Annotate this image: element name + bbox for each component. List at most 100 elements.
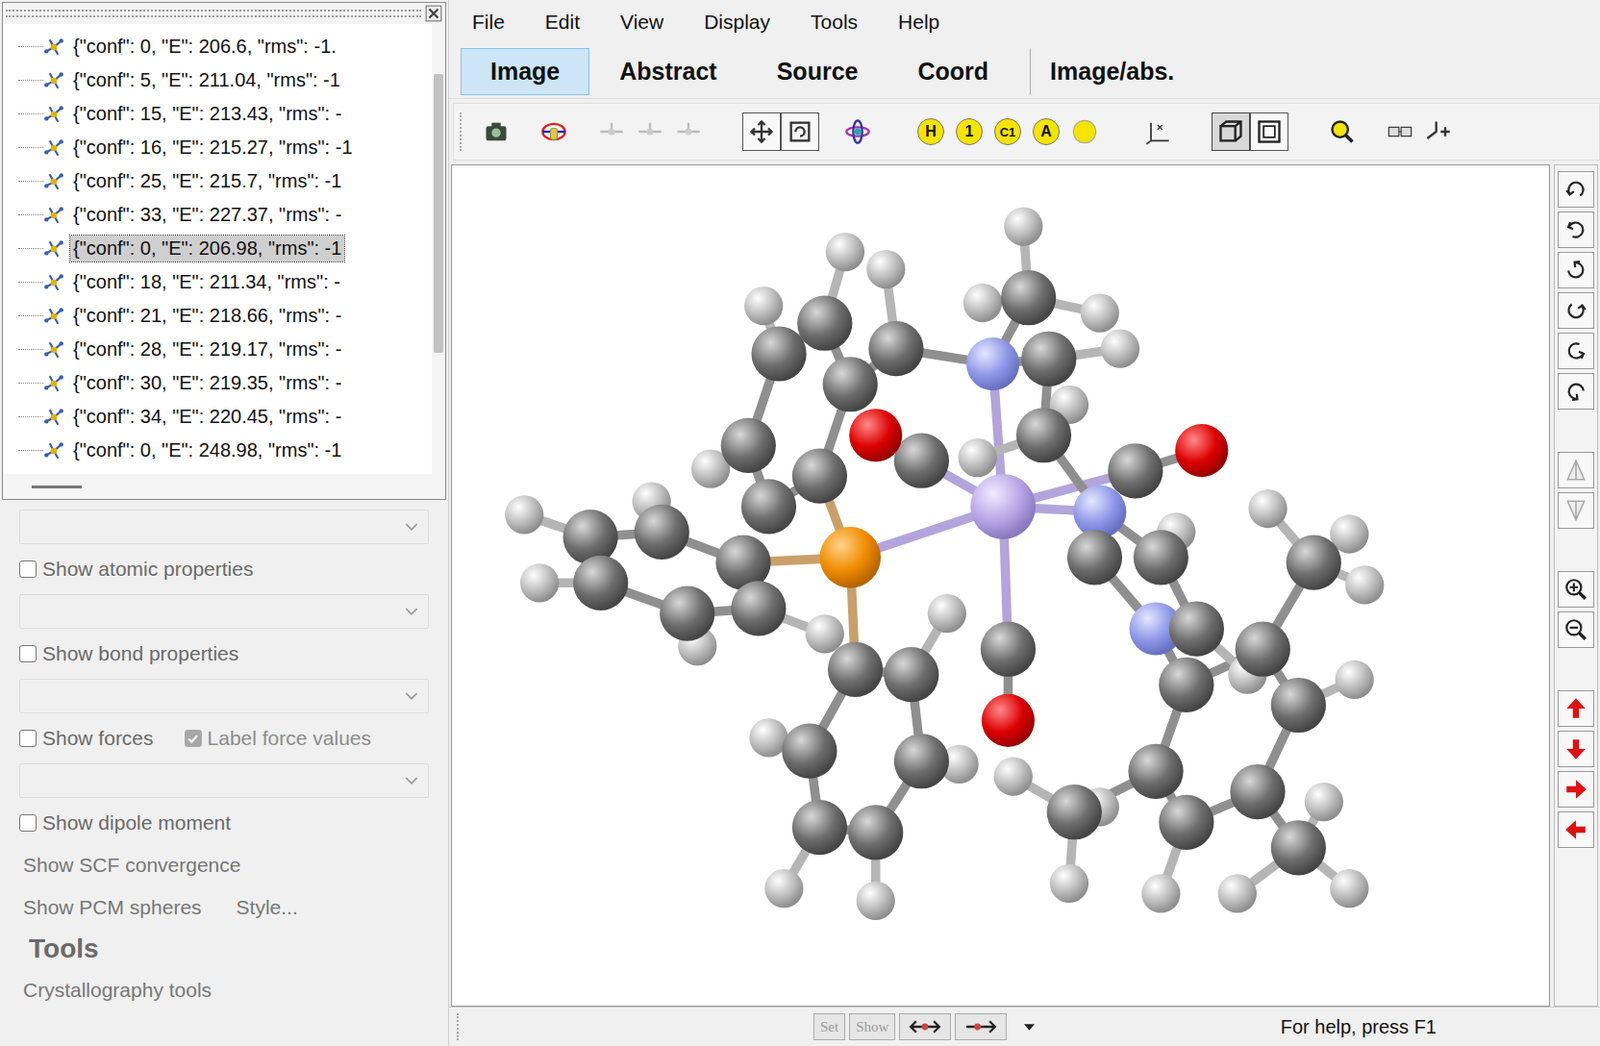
menu-item[interactable]: View	[620, 6, 687, 38]
atom[interactable]	[1235, 622, 1291, 677]
atom[interactable]	[1158, 657, 1214, 713]
atom[interactable]	[1271, 677, 1326, 733]
atom[interactable]	[894, 433, 950, 489]
atom[interactable]	[1000, 270, 1056, 325]
atom[interactable]	[868, 321, 924, 376]
atom[interactable]	[894, 733, 950, 789]
tree-item[interactable]: {"conf": 34, "E": 220.45, "rms": -	[8, 400, 432, 434]
atom[interactable]	[1107, 443, 1163, 499]
checkbox-box[interactable]	[19, 560, 37, 578]
atom[interactable]	[1127, 744, 1183, 800]
rotate-button[interactable]	[1557, 171, 1595, 208]
tree-item[interactable]: {"conf": 18, "E": 211.34, "rms": -	[8, 265, 432, 300]
axes-button[interactable]	[1138, 112, 1177, 151]
hydrogen-atom[interactable]	[504, 495, 544, 534]
atom[interactable]	[1073, 485, 1126, 539]
atom[interactable]	[792, 800, 848, 855]
hydrogen-atom[interactable]	[1335, 660, 1375, 700]
hydrogen-atom[interactable]	[805, 614, 845, 653]
atom[interactable]	[823, 356, 878, 412]
label-button[interactable]: A	[1026, 112, 1066, 151]
checkbox[interactable]: Show bond properties	[19, 642, 239, 666]
atom[interactable]	[1067, 529, 1123, 585]
checkbox[interactable]: Show dipole moment	[19, 811, 231, 835]
view-tab[interactable]: Coord	[887, 48, 1019, 96]
atom[interactable]	[849, 408, 902, 462]
menu-item[interactable]: Edit	[545, 6, 603, 38]
hydrogen-atom[interactable]	[1080, 293, 1120, 332]
atom[interactable]	[1047, 784, 1102, 840]
status-grip[interactable]	[456, 1013, 463, 1041]
panel-link[interactable]: Show PCM spheres	[23, 896, 202, 920]
view-tab[interactable]: Image/abs.	[1029, 48, 1204, 96]
atom[interactable]	[1016, 407, 1072, 463]
zoom-button[interactable]	[1557, 571, 1595, 608]
checkbox-box[interactable]	[19, 729, 37, 748]
panel-link[interactable]: Show SCF convergence	[23, 853, 241, 877]
tree-item[interactable]: {"conf": 21, "E": 218.66, "rms": -	[8, 299, 432, 333]
atom[interactable]	[781, 724, 837, 779]
move-button[interactable]	[534, 112, 574, 151]
checkbox-box[interactable]	[19, 814, 37, 832]
atom[interactable]	[573, 555, 628, 611]
atom[interactable]	[562, 509, 618, 565]
atom[interactable]	[750, 325, 806, 381]
tree-item[interactable]: {"conf": 33, "E": 227.37, "rms": -	[8, 198, 432, 232]
rotate-button[interactable]	[1557, 251, 1595, 289]
hydrogen-atom[interactable]	[825, 232, 865, 272]
label-button[interactable]: 1	[950, 112, 989, 151]
toolbar-grip[interactable]	[459, 112, 466, 151]
rotate-button[interactable]	[1557, 292, 1595, 329]
perspective-button[interactable]	[1211, 112, 1250, 151]
atom[interactable]	[970, 474, 1036, 540]
hydrogen-atom[interactable]	[856, 881, 896, 921]
hydrogen-atom[interactable]	[520, 563, 559, 602]
molecule-model[interactable]	[451, 165, 1550, 1006]
atom[interactable]	[1021, 331, 1076, 387]
checkbox-box[interactable]	[184, 729, 202, 748]
atom-style-button[interactable]	[838, 112, 877, 151]
add-atom-button[interactable]	[1419, 112, 1458, 151]
label-button[interactable]: H	[911, 112, 950, 151]
panel-link[interactable]: Crystallography tools	[23, 978, 212, 1002]
hydrogen-atom[interactable]	[1304, 782, 1344, 822]
menu-item[interactable]: Help	[898, 6, 963, 38]
panel-link[interactable]: Style...	[236, 896, 299, 920]
hydrogen-atom[interactable]	[1050, 864, 1089, 903]
tree-item[interactable]: {"conf": 0, "E": 206.6, "rms": -1.	[8, 29, 432, 64]
atom[interactable]	[980, 622, 1036, 677]
view-tab[interactable]: Abstract	[589, 48, 747, 96]
tree-item[interactable]: {"conf": 25, "E": 215.7, "rms": -1	[8, 164, 432, 199]
checkbox[interactable]: Show forces	[19, 726, 154, 750]
rotate-fit-button[interactable]	[780, 112, 820, 151]
scroll-thumb[interactable]	[31, 485, 82, 489]
move-button[interactable]	[1557, 811, 1595, 849]
tree-item[interactable]: {"conf": 0, "E": 248.98, "rms": -1	[8, 433, 432, 468]
rotate-button[interactable]	[1557, 211, 1595, 249]
checkbox-box[interactable]	[19, 645, 37, 663]
hydrogen-atom[interactable]	[994, 757, 1033, 797]
move-button[interactable]	[1557, 730, 1595, 768]
hydrogen-atom[interactable]	[764, 869, 803, 908]
move-button[interactable]	[1557, 690, 1595, 727]
tree-item[interactable]: {"conf": 0, "E": 206.98, "rms": -1	[8, 231, 432, 266]
atom[interactable]	[883, 647, 939, 702]
hydrogen-atom[interactable]	[1003, 206, 1043, 246]
tree-item[interactable]: {"conf": 15, "E": 213.43, "rms": -	[8, 97, 432, 131]
tree-item[interactable]: {"conf": 28, "E": 219.17, "rms": -	[8, 332, 432, 367]
molecule-canvas[interactable]	[450, 164, 1550, 1007]
fit-button[interactable]	[742, 112, 781, 151]
one-way-button[interactable]	[954, 1013, 1007, 1041]
atom[interactable]	[966, 337, 1020, 391]
glasses-button[interactable]	[1380, 112, 1420, 151]
hydrogen-atom[interactable]	[1141, 874, 1180, 913]
atom[interactable]	[819, 526, 881, 589]
atom[interactable]	[721, 418, 776, 474]
hydrogen-atom[interactable]	[963, 283, 1002, 323]
horizontal-scrollbar[interactable]	[2, 474, 446, 500]
atom[interactable]	[1286, 535, 1342, 591]
checkbox[interactable]: Show atomic properties	[19, 557, 253, 581]
hydrogen-atom[interactable]	[1345, 565, 1384, 604]
tree-item[interactable]: {"conf": 30, "E": 219.35, "rms": -	[8, 366, 432, 400]
atom[interactable]	[827, 642, 883, 698]
